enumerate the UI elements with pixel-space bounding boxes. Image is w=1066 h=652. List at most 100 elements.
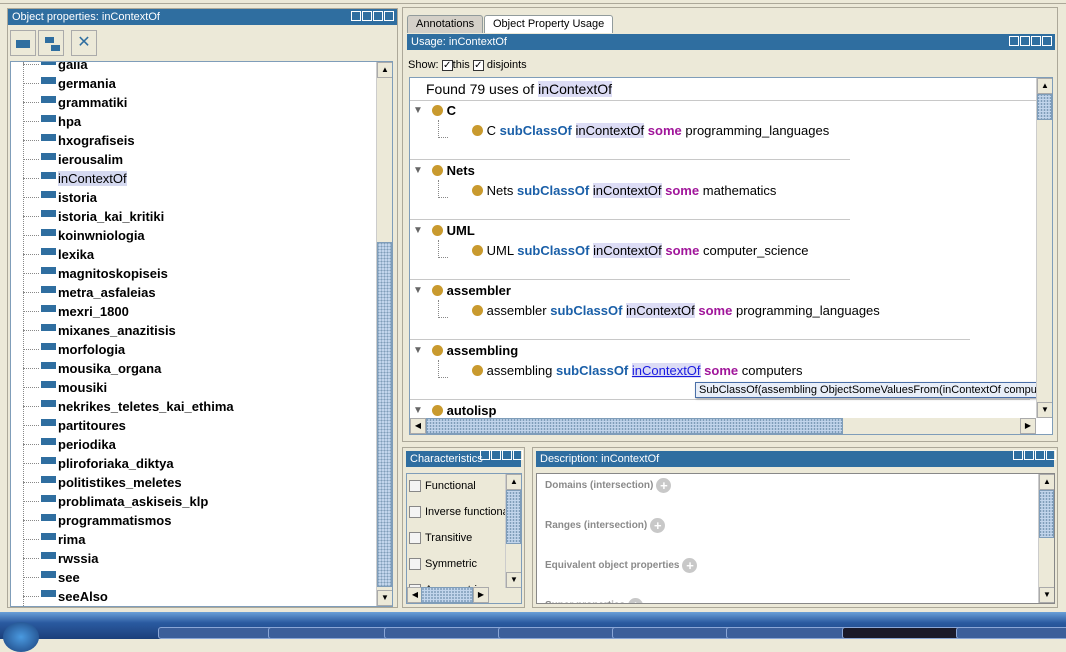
taskbar-button[interactable] bbox=[956, 627, 1066, 639]
axiom[interactable]: assembling subClassOf inContextOf some c… bbox=[472, 363, 802, 378]
maximize-icon[interactable] bbox=[373, 11, 383, 21]
axiom-property[interactable]: inContextOf bbox=[592, 183, 662, 198]
minimize-icon[interactable] bbox=[362, 11, 372, 21]
h-scroll-thumb[interactable] bbox=[421, 587, 473, 603]
characteristic-item[interactable]: Transitive bbox=[409, 532, 472, 545]
characteristic-checkbox[interactable] bbox=[409, 558, 421, 571]
class-header[interactable]: autolisp bbox=[432, 403, 496, 418]
property-item[interactable]: inContextOf bbox=[23, 169, 127, 188]
expand-triangle-icon[interactable]: ▼ bbox=[413, 165, 423, 176]
add-subproperty-button[interactable] bbox=[10, 30, 36, 56]
scroll-right-button[interactable]: ▶ bbox=[1020, 418, 1036, 434]
axiom-filler[interactable]: programming_languages bbox=[736, 303, 880, 318]
property-item[interactable]: see bbox=[23, 568, 80, 587]
minimize-icon[interactable] bbox=[1024, 450, 1034, 460]
property-item[interactable]: morfologia bbox=[23, 340, 125, 359]
taskbar-button-active[interactable] bbox=[842, 627, 967, 639]
taskbar-button[interactable] bbox=[612, 627, 737, 639]
axiom[interactable]: C subClassOf inContextOf some programmin… bbox=[472, 123, 829, 138]
usage-horizontal-scrollbar[interactable]: ◀ ▶ bbox=[410, 418, 1036, 434]
class-header[interactable]: C bbox=[432, 103, 456, 118]
property-item[interactable]: magnitoskopiseis bbox=[23, 264, 168, 283]
characteristics-horizontal-scrollbar[interactable]: ◀ ▶ bbox=[407, 587, 505, 603]
characteristic-checkbox[interactable] bbox=[409, 480, 421, 493]
characteristic-checkbox[interactable] bbox=[409, 506, 421, 519]
property-item[interactable]: periodika bbox=[23, 435, 116, 454]
usage-vertical-scrollbar[interactable]: ▲ ▼ bbox=[1036, 78, 1052, 418]
expand-triangle-icon[interactable]: ▼ bbox=[413, 405, 423, 416]
scroll-down-button[interactable]: ▼ bbox=[1039, 587, 1054, 603]
class-header[interactable]: assembling bbox=[432, 343, 518, 358]
property-item[interactable]: mexri_1800 bbox=[23, 302, 129, 321]
characteristic-item[interactable]: Functional bbox=[409, 480, 476, 493]
start-button[interactable] bbox=[3, 622, 39, 652]
property-item[interactable]: nekrikes_teletes_kai_ethima bbox=[23, 397, 234, 416]
scroll-up-button[interactable]: ▲ bbox=[377, 62, 392, 78]
property-item[interactable]: lexika bbox=[23, 245, 94, 264]
taskbar-button[interactable] bbox=[384, 627, 509, 639]
property-item[interactable]: galla bbox=[23, 62, 88, 74]
axiom-property[interactable]: inContextOf bbox=[626, 303, 695, 318]
property-item[interactable]: hpa bbox=[23, 112, 81, 131]
split-icon[interactable] bbox=[1013, 450, 1023, 460]
characteristic-item[interactable]: Symmetric bbox=[409, 558, 477, 571]
maximize-icon[interactable] bbox=[1031, 36, 1041, 46]
property-item[interactable]: istoria bbox=[23, 188, 97, 207]
split-icon[interactable] bbox=[1009, 36, 1019, 46]
axiom-property[interactable]: inContextOf bbox=[575, 123, 645, 138]
add-icon[interactable]: + bbox=[682, 558, 698, 573]
axiom[interactable]: Nets subClassOf inContextOf some mathema… bbox=[472, 183, 776, 198]
scroll-up-button[interactable]: ▲ bbox=[506, 474, 521, 490]
axiom-property[interactable]: inContextOf bbox=[593, 243, 662, 258]
class-header[interactable]: Nets bbox=[432, 163, 475, 178]
taskbar-button[interactable] bbox=[158, 627, 283, 639]
property-item[interactable]: istoria_kai_kritiki bbox=[23, 207, 164, 226]
tab-annotations[interactable]: Annotations bbox=[407, 15, 484, 33]
property-item[interactable]: grammatiki bbox=[23, 93, 127, 112]
taskbar-button[interactable] bbox=[726, 627, 851, 639]
class-header[interactable]: assembler bbox=[432, 283, 511, 298]
scroll-thumb[interactable] bbox=[1037, 94, 1052, 120]
property-item[interactable]: politistikes_meletes bbox=[23, 473, 182, 492]
description-vertical-scrollbar[interactable]: ▲ ▼ bbox=[1038, 474, 1054, 603]
axiom[interactable]: assembler subClassOf inContextOf some pr… bbox=[472, 303, 880, 318]
characteristic-item[interactable]: Inverse functional bbox=[409, 506, 511, 519]
property-item[interactable]: rima bbox=[23, 530, 85, 549]
expand-triangle-icon[interactable]: ▼ bbox=[413, 285, 423, 296]
add-icon[interactable]: + bbox=[628, 598, 644, 603]
property-item[interactable]: koinwniologia bbox=[23, 226, 145, 245]
expand-triangle-icon[interactable]: ▼ bbox=[413, 105, 423, 116]
add-icon[interactable]: + bbox=[650, 518, 666, 533]
axiom-property[interactable]: inContextOf bbox=[631, 363, 701, 378]
add-icon[interactable]: + bbox=[656, 478, 672, 493]
expand-triangle-icon[interactable]: ▼ bbox=[413, 345, 423, 356]
property-item[interactable]: programmatismos bbox=[23, 511, 171, 530]
close-icon[interactable] bbox=[513, 450, 523, 460]
show-disjoints-checkbox[interactable]: ✓ bbox=[472, 59, 484, 71]
expand-triangle-icon[interactable]: ▼ bbox=[413, 225, 423, 236]
characteristic-checkbox[interactable] bbox=[409, 532, 421, 545]
scroll-thumb[interactable] bbox=[506, 490, 521, 544]
characteristics-vertical-scrollbar[interactable]: ▲ ▼ bbox=[505, 474, 521, 588]
maximize-icon[interactable] bbox=[502, 450, 512, 460]
close-icon[interactable] bbox=[1046, 450, 1056, 460]
axiom[interactable]: UML subClassOf inContextOf some computer… bbox=[472, 243, 808, 258]
minimize-icon[interactable] bbox=[491, 450, 501, 460]
property-item[interactable]: seeAlso bbox=[23, 587, 108, 606]
scroll-thumb[interactable] bbox=[377, 242, 392, 587]
taskbar-button[interactable] bbox=[498, 627, 623, 639]
scroll-down-button[interactable]: ▼ bbox=[1037, 402, 1052, 418]
minimize-icon[interactable] bbox=[1020, 36, 1030, 46]
scroll-left-button[interactable]: ◀ bbox=[410, 418, 426, 434]
scroll-down-button[interactable]: ▼ bbox=[506, 572, 521, 588]
delete-property-button[interactable]: ✕ bbox=[71, 30, 97, 56]
property-item[interactable]: problimata_askiseis_klp bbox=[23, 492, 208, 511]
scroll-up-button[interactable]: ▲ bbox=[1039, 474, 1054, 490]
axiom-filler[interactable]: mathematics bbox=[703, 183, 777, 198]
property-item[interactable]: mousika_organa bbox=[23, 359, 161, 378]
scroll-right-button[interactable]: ▶ bbox=[473, 587, 489, 603]
show-this-checkbox[interactable]: ✓ bbox=[441, 59, 453, 71]
scroll-down-button[interactable]: ▼ bbox=[377, 590, 392, 606]
split-icon[interactable] bbox=[351, 11, 361, 21]
property-item[interactable]: mousiki bbox=[23, 378, 107, 397]
